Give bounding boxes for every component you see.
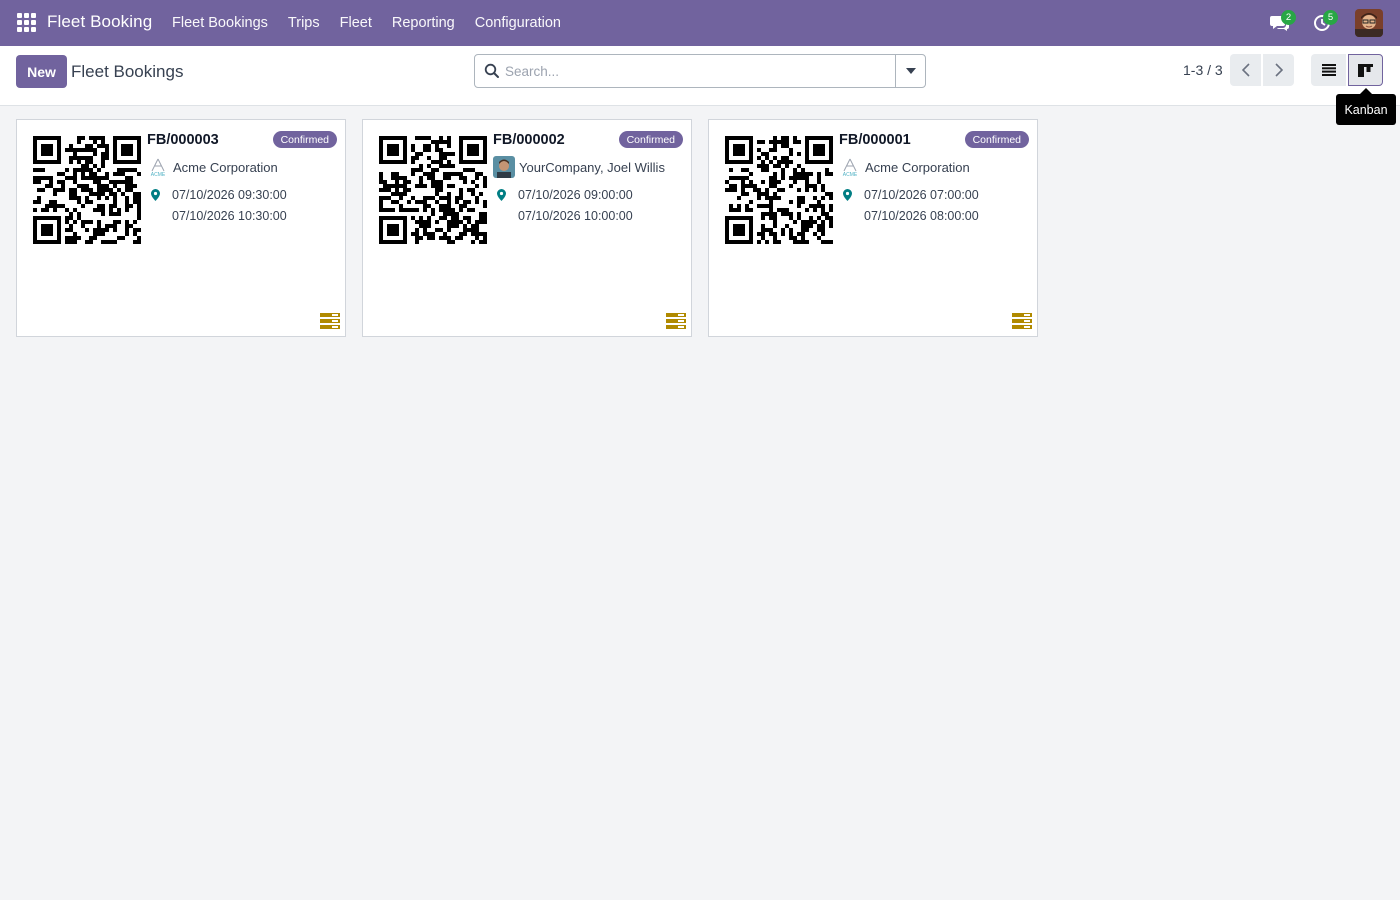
partner: ACME Acme Corporation [839,156,970,178]
end-datetime: 07/10/2026 10:00:00 [518,209,633,223]
partner-name: Acme Corporation [865,159,970,175]
acme-logo-icon: ACME [839,156,861,178]
search-bar [474,54,926,88]
chevron-right-icon [1274,63,1283,77]
pager-next-button[interactable] [1263,54,1294,86]
pager-value[interactable]: 1-3 / 3 [1183,62,1223,78]
search-options-toggle[interactable] [895,55,925,87]
breadcrumb: Fleet Bookings [71,62,184,81]
caret-down-icon [905,68,916,74]
kanban-card[interactable]: FB/000003 Confirmed ACME Acme Corporatio… [16,119,346,337]
svg-text:ACME: ACME [151,172,166,177]
kanban-card[interactable]: FB/000001 Confirmed ACME Acme Corporatio… [708,119,1038,337]
status-badge: Confirmed [272,131,337,148]
booking-reference: FB/000002 [493,132,565,148]
search-input[interactable] [505,56,895,86]
end-datetime: 07/10/2026 08:00:00 [864,209,979,223]
status-badge: Confirmed [618,131,683,148]
end-datetime: 07/10/2026 10:30:00 [172,209,287,223]
map-pin-icon [843,189,852,201]
messages-button[interactable]: 2 [1259,0,1301,46]
activities-button[interactable]: 5 [1301,0,1343,46]
activities-count-badge: 5 [1323,10,1338,25]
qr-code [379,136,487,244]
map-pin-icon [497,189,506,201]
person-avatar-icon [493,156,515,178]
messages-count-badge: 2 [1281,10,1296,25]
system-tray: 2 5 [1259,0,1383,46]
stack-icon [1012,313,1032,329]
control-panel: New Fleet Bookings 1-3 / 3 [0,46,1400,106]
search-icon [484,63,499,78]
booking-reference: FB/000003 [147,132,219,148]
partner-name: YourCompany, Joel Willis [519,159,665,175]
pager-previous-button[interactable] [1230,54,1261,86]
menu-trips[interactable]: Trips [278,0,330,46]
start-datetime: 07/10/2026 09:00:00 [518,188,633,202]
stack-icon [320,313,340,329]
kanban-view-button[interactable] [1348,54,1383,86]
view-tooltip: Kanban [1336,88,1396,125]
partner: YourCompany, Joel Willis [493,156,665,178]
map-pin-icon [151,189,160,201]
menu-configuration[interactable]: Configuration [465,0,571,46]
top-navbar: Fleet Booking Fleet Bookings Trips Fleet… [0,0,1400,46]
kanban-card[interactable]: FB/000002 Confirmed YourCompany, Joel Wi… [362,119,692,337]
chevron-left-icon [1241,63,1250,77]
start-datetime: 07/10/2026 07:00:00 [864,188,979,202]
main-menu: Fleet Bookings Trips Fleet Reporting Con… [162,0,571,46]
user-avatar[interactable] [1355,9,1383,37]
menu-fleet-bookings[interactable]: Fleet Bookings [162,0,278,46]
list-view-icon [1321,64,1336,76]
partner: ACME Acme Corporation [147,156,278,178]
new-button[interactable]: New [16,55,67,88]
qr-code [33,136,141,244]
app-menu-icon[interactable] [17,13,36,32]
status-badge: Confirmed [964,131,1029,148]
kanban-view-icon [1358,63,1373,77]
menu-reporting[interactable]: Reporting [382,0,465,46]
partner-name: Acme Corporation [173,159,278,175]
stack-icon [666,313,686,329]
app-title[interactable]: Fleet Booking [47,12,152,32]
start-datetime: 07/10/2026 09:30:00 [172,188,287,202]
acme-logo-icon: ACME [147,156,169,178]
qr-code [725,136,833,244]
booking-reference: FB/000001 [839,132,911,148]
svg-text:ACME: ACME [843,172,858,177]
menu-fleet[interactable]: Fleet [330,0,382,46]
list-view-button[interactable] [1311,54,1346,86]
